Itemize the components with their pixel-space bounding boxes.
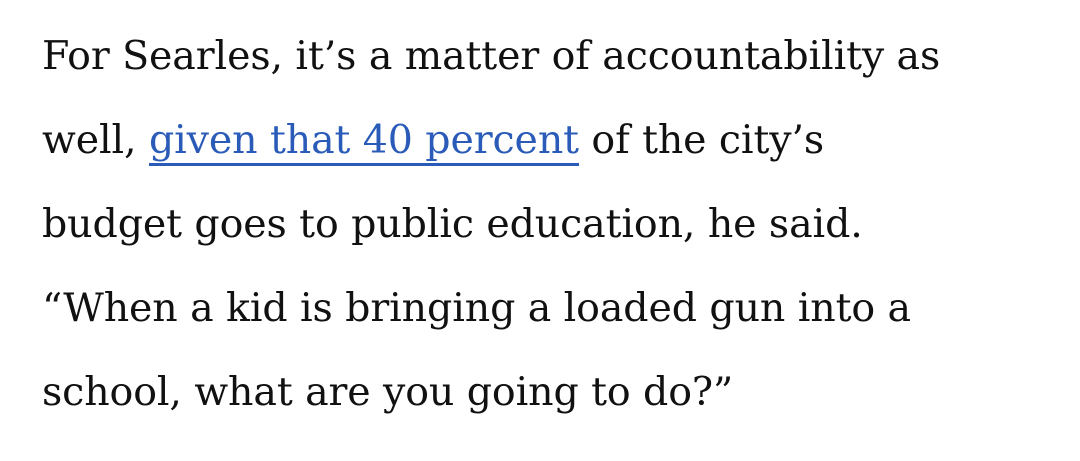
paragraph-line-2-end: of the city’s bbox=[578, 117, 825, 163]
paragraph-line-5: school, what are you going to do?” bbox=[42, 369, 734, 415]
paragraph-line-3: budget goes to public education, he said… bbox=[42, 201, 863, 247]
article-paragraph: For Searles, it’s a matter of accountabi… bbox=[42, 14, 1052, 434]
paragraph-line-4: “When a kid is bringing a loaded gun int… bbox=[42, 285, 911, 331]
paragraph-line-1: For Searles, it’s a matter of accountabi… bbox=[42, 33, 941, 79]
paragraph-line-2-start: well, bbox=[42, 117, 149, 163]
paragraph-line-2: well, given that 40 percent of the city’… bbox=[42, 98, 1052, 182]
budget-percent-link[interactable]: given that 40 percent bbox=[148, 117, 579, 166]
